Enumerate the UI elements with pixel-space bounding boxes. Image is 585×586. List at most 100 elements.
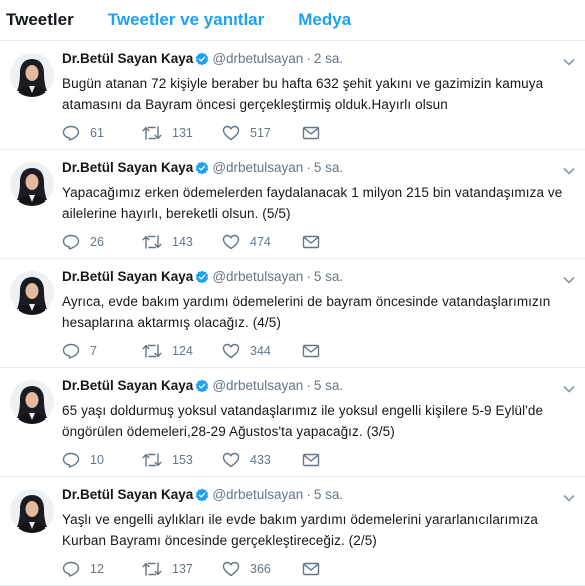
reply-button[interactable]: 61 xyxy=(62,125,142,141)
tweet-timestamp[interactable]: 5 sa. xyxy=(314,160,343,175)
chevron-down-icon[interactable] xyxy=(563,53,575,71)
tweet[interactable]: Dr.Betül Sayan Kaya @drbetulsayan · 5 sa. A… xyxy=(0,259,585,368)
like-button[interactable]: 433 xyxy=(222,452,302,468)
chevron-down-icon[interactable] xyxy=(563,380,575,398)
retweet-icon xyxy=(142,344,162,358)
author-name[interactable]: Dr.Betül Sayan Kaya xyxy=(62,378,193,393)
tweet-timestamp[interactable]: 5 sa. xyxy=(314,378,343,393)
tab-media[interactable]: Medya xyxy=(298,10,351,30)
tweet-timestamp[interactable]: 5 sa. xyxy=(314,487,343,502)
retweet-button[interactable]: 124 xyxy=(142,343,222,359)
direct-message-button[interactable] xyxy=(302,344,330,358)
reply-count: 12 xyxy=(90,562,104,576)
author-name[interactable]: Dr.Betül Sayan Kaya xyxy=(62,51,193,66)
reply-count: 7 xyxy=(90,344,97,358)
heart-icon xyxy=(222,561,240,577)
like-count: 344 xyxy=(250,344,271,358)
author-handle[interactable]: @drbetulsayan xyxy=(212,51,303,66)
heart-icon xyxy=(222,234,240,250)
avatar[interactable] xyxy=(10,53,54,97)
like-button[interactable]: 517 xyxy=(222,125,302,141)
retweet-button[interactable]: 137 xyxy=(142,561,222,577)
tweet-timestamp[interactable]: 5 sa. xyxy=(314,269,343,284)
chevron-down-icon[interactable] xyxy=(563,162,575,180)
verified-badge-icon xyxy=(195,379,209,398)
direct-message-button[interactable] xyxy=(302,126,330,140)
retweet-count: 137 xyxy=(172,562,193,576)
envelope-icon xyxy=(302,344,320,358)
direct-message-button[interactable] xyxy=(302,562,330,576)
tweet-text: 65 yaşı doldurmuş yoksul vatandaşlarımız… xyxy=(62,403,544,439)
author-name[interactable]: Dr.Betül Sayan Kaya xyxy=(62,160,193,175)
verified-badge-icon xyxy=(195,161,209,180)
tweet[interactable]: Dr.Betül Sayan Kaya @drbetulsayan · 5 sa. 6… xyxy=(0,368,585,477)
reply-button[interactable]: 7 xyxy=(62,343,142,359)
separator-dot: · xyxy=(306,269,311,284)
tweet-header: Dr.Betül Sayan Kaya @drbetulsayan · 5 sa. xyxy=(62,268,573,289)
retweet-icon xyxy=(142,126,162,140)
tweet-actions: 61 131 517 xyxy=(62,123,330,143)
like-count: 474 xyxy=(250,235,271,249)
retweet-count: 124 xyxy=(172,344,193,358)
direct-message-button[interactable] xyxy=(302,235,330,249)
retweet-icon xyxy=(142,453,162,467)
envelope-icon xyxy=(302,235,320,249)
separator-dot: · xyxy=(306,378,311,393)
author-handle[interactable]: @drbetulsayan xyxy=(212,487,303,502)
reply-button[interactable]: 26 xyxy=(62,234,142,250)
reply-button[interactable]: 12 xyxy=(62,561,142,577)
like-count: 433 xyxy=(250,453,271,467)
tab-tweets[interactable]: Tweetler xyxy=(6,10,74,30)
reply-icon xyxy=(62,125,80,141)
author-handle[interactable]: @drbetulsayan xyxy=(212,378,303,393)
tweet-header: Dr.Betül Sayan Kaya @drbetulsayan · 5 sa. xyxy=(62,486,573,507)
tab-tweets-and-replies[interactable]: Tweetler ve yanıtlar xyxy=(108,10,265,30)
tweet-header: Dr.Betül Sayan Kaya @drbetulsayan · 5 sa. xyxy=(62,159,573,180)
tweet-actions: 26 143 474 xyxy=(62,232,330,252)
avatar[interactable] xyxy=(10,271,54,315)
tweet-timeline: Dr.Betül Sayan Kaya @drbetulsayan · 2 sa. B… xyxy=(0,41,585,586)
author-name[interactable]: Dr.Betül Sayan Kaya xyxy=(62,269,193,284)
author-name[interactable]: Dr.Betül Sayan Kaya xyxy=(62,487,193,502)
separator-dot: · xyxy=(306,51,311,66)
avatar[interactable] xyxy=(10,489,54,533)
like-count: 517 xyxy=(250,126,271,140)
avatar[interactable] xyxy=(10,380,54,424)
chevron-down-icon[interactable] xyxy=(563,271,575,289)
separator-dot: · xyxy=(306,487,311,502)
chevron-down-icon[interactable] xyxy=(563,489,575,507)
tweet[interactable]: Dr.Betül Sayan Kaya @drbetulsayan · 2 sa. B… xyxy=(0,41,585,150)
tweet-header: Dr.Betül Sayan Kaya @drbetulsayan · 5 sa. xyxy=(62,377,573,398)
reply-button[interactable]: 10 xyxy=(62,452,142,468)
retweet-count: 131 xyxy=(172,126,193,140)
tweet-actions: 12 137 366 xyxy=(62,559,330,579)
tweet-actions: 10 153 433 xyxy=(62,450,330,470)
like-button[interactable]: 366 xyxy=(222,561,302,577)
like-count: 366 xyxy=(250,562,271,576)
tweet-timestamp[interactable]: 2 sa. xyxy=(314,51,343,66)
tweet[interactable]: Dr.Betül Sayan Kaya @drbetulsayan · 5 sa. Y… xyxy=(0,150,585,259)
reply-icon xyxy=(62,234,80,250)
avatar[interactable] xyxy=(10,162,54,206)
tweet-text: Ayrıca, evde bakım yardımı ödemelerini d… xyxy=(62,294,551,330)
tweet-header: Dr.Betül Sayan Kaya @drbetulsayan · 2 sa. xyxy=(62,50,573,71)
author-handle[interactable]: @drbetulsayan xyxy=(212,160,303,175)
retweet-button[interactable]: 153 xyxy=(142,452,222,468)
like-button[interactable]: 474 xyxy=(222,234,302,250)
direct-message-button[interactable] xyxy=(302,453,330,467)
tweet-actions: 7 124 344 xyxy=(62,341,330,361)
envelope-icon xyxy=(302,453,320,467)
retweet-button[interactable]: 143 xyxy=(142,234,222,250)
verified-badge-icon xyxy=(195,488,209,507)
reply-count: 26 xyxy=(90,235,104,249)
retweet-icon xyxy=(142,235,162,249)
reply-count: 61 xyxy=(90,126,104,140)
envelope-icon xyxy=(302,126,320,140)
tweet[interactable]: Dr.Betül Sayan Kaya @drbetulsayan · 5 sa. Y… xyxy=(0,477,585,586)
separator-dot: · xyxy=(306,160,311,175)
author-handle[interactable]: @drbetulsayan xyxy=(212,269,303,284)
heart-icon xyxy=(222,125,240,141)
verified-badge-icon xyxy=(195,52,209,71)
like-button[interactable]: 344 xyxy=(222,343,302,359)
retweet-button[interactable]: 131 xyxy=(142,125,222,141)
